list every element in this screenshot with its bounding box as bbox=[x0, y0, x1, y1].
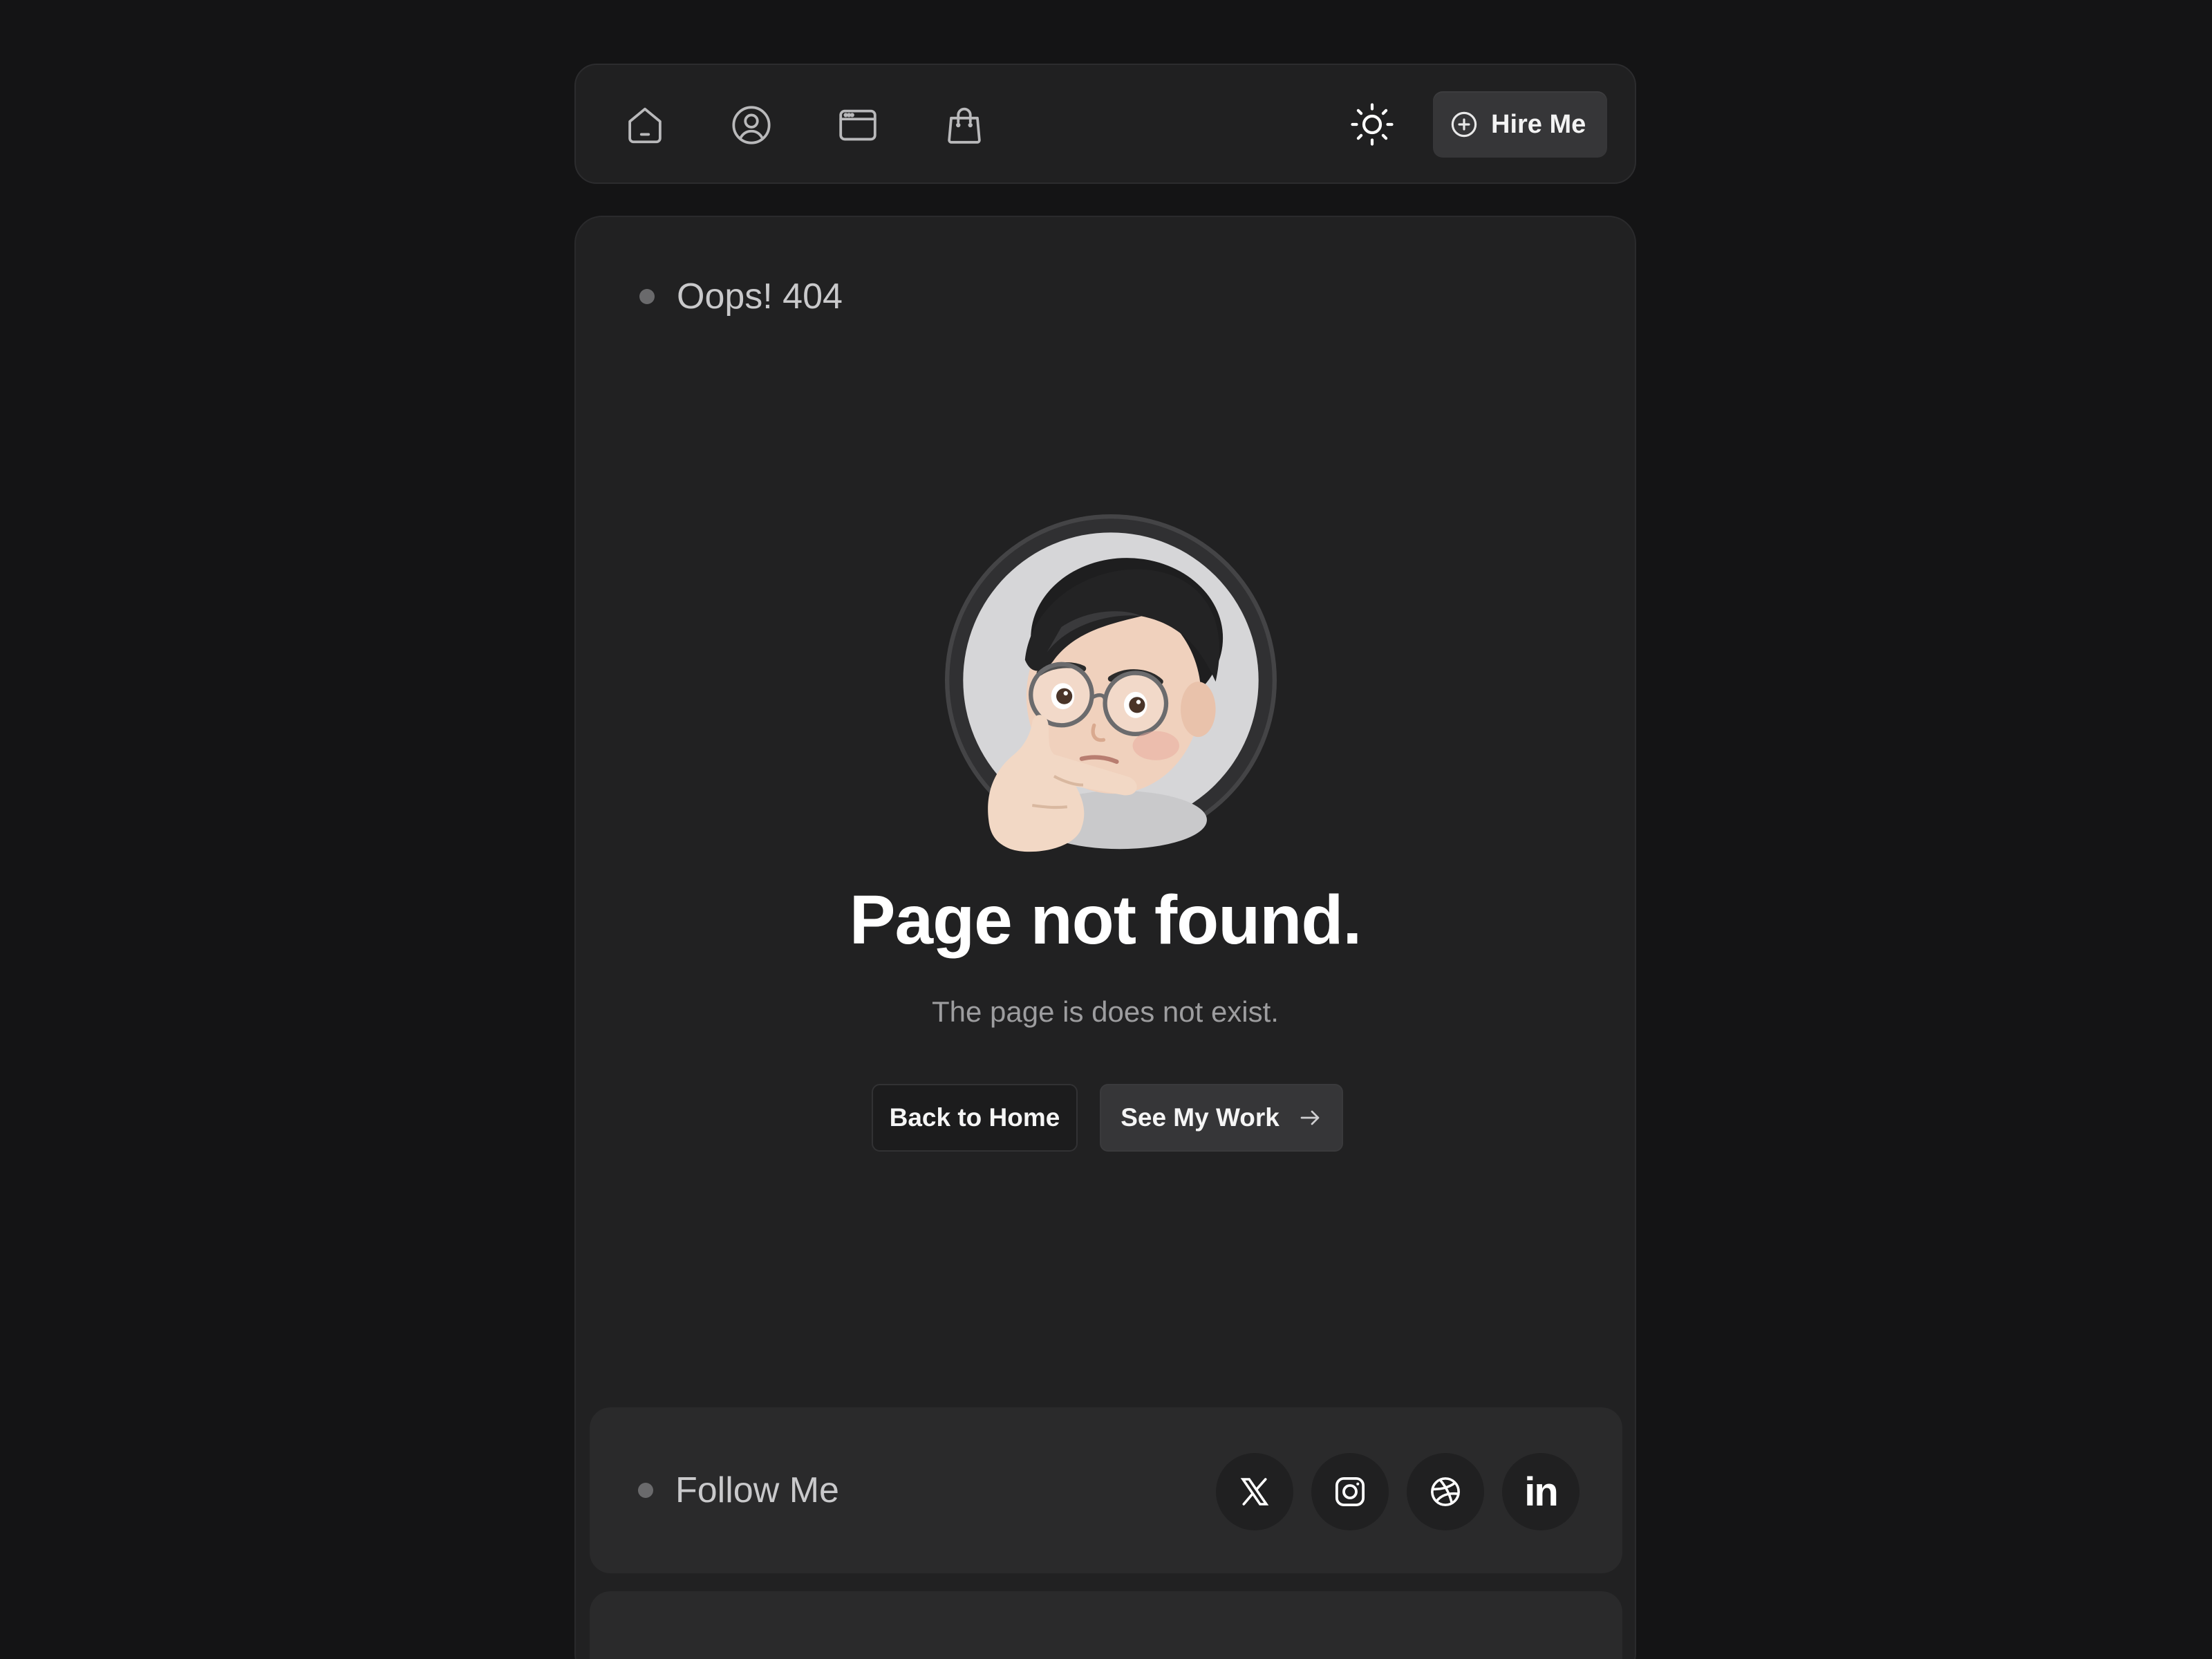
hire-me-label: Hire Me bbox=[1491, 109, 1586, 139]
linkedin-text: in bbox=[1524, 1469, 1559, 1515]
section-label-text: Oops! 404 bbox=[677, 276, 843, 317]
linkedin-icon[interactable]: in bbox=[1502, 1453, 1580, 1530]
bullet-dot bbox=[638, 1483, 653, 1498]
home-icon[interactable] bbox=[617, 97, 673, 153]
follow-label-text: Follow Me bbox=[675, 1470, 839, 1510]
top-navbar: Hire Me bbox=[574, 64, 1636, 184]
section-label: Oops! 404 bbox=[639, 272, 843, 321]
plus-circle-icon bbox=[1451, 111, 1477, 138]
back-to-home-button[interactable]: Back to Home bbox=[872, 1084, 1078, 1152]
memoji-avatar bbox=[945, 507, 1277, 852]
page-subtitle: The page is does not exist. bbox=[932, 995, 1279, 1028]
shopping-bag-icon[interactable] bbox=[937, 97, 992, 153]
arrow-right-icon bbox=[1300, 1110, 1320, 1125]
user-icon[interactable] bbox=[724, 97, 779, 153]
follow-card: Follow Me in bbox=[590, 1407, 1622, 1573]
see-my-work-label: See My Work bbox=[1121, 1103, 1280, 1132]
bullet-dot bbox=[639, 289, 655, 304]
window-icon[interactable] bbox=[830, 97, 885, 153]
x-icon[interactable] bbox=[1216, 1453, 1293, 1530]
sun-icon[interactable] bbox=[1343, 95, 1401, 153]
page-title: Page not found. bbox=[849, 881, 1362, 959]
main-card: Oops! 404 Page not found. The page is do… bbox=[574, 216, 1636, 1659]
follow-label: Follow Me bbox=[638, 1465, 839, 1515]
see-my-work-button[interactable]: See My Work bbox=[1100, 1084, 1343, 1152]
back-to-home-label: Back to Home bbox=[889, 1103, 1060, 1132]
page: Hire Me Oops! 404 Page not found. The pa… bbox=[0, 0, 2212, 1659]
dribbble-icon[interactable] bbox=[1407, 1453, 1484, 1530]
instagram-icon[interactable] bbox=[1311, 1453, 1389, 1530]
bottom-card bbox=[590, 1591, 1622, 1659]
hire-me-button[interactable]: Hire Me bbox=[1433, 91, 1607, 158]
